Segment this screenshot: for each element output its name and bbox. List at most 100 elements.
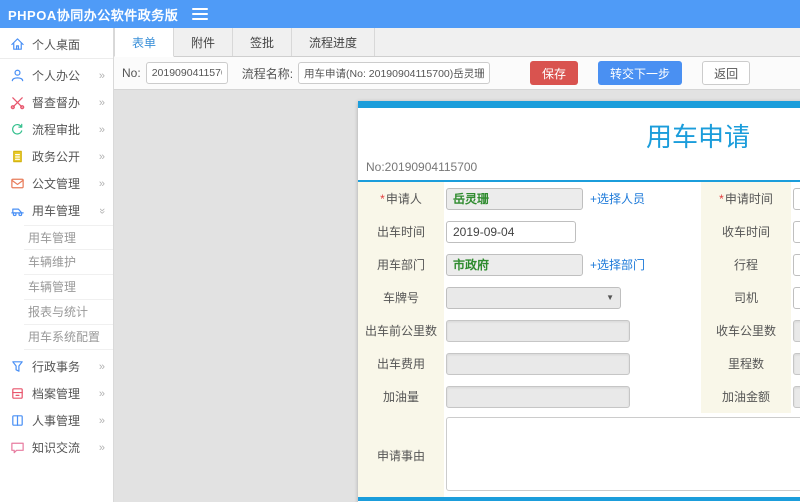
trip-cost-label: 出车费用 <box>358 347 444 380</box>
depart-time-label: 出车时间 <box>358 215 444 248</box>
applicant-input[interactable] <box>446 187 583 210</box>
chevron-down-icon: » <box>95 207 108 214</box>
submenu-item-vehicle-config[interactable]: 用车系统配置 <box>24 325 113 350</box>
reason-textarea[interactable] <box>446 417 800 491</box>
sidebar-item-label: 档案管理 <box>32 387 81 401</box>
save-button[interactable]: 保存 <box>530 61 579 85</box>
plate-no-select[interactable]: ▼ <box>446 286 621 309</box>
select-person-link[interactable]: +选择人员 <box>590 190 645 207</box>
km-before-input <box>446 319 630 342</box>
itinerary-label: 行程 <box>701 248 791 281</box>
mileage-input <box>793 352 800 375</box>
depart-time-input[interactable] <box>446 220 576 243</box>
select-department-link[interactable]: +选择部门 <box>590 256 645 273</box>
vehicle-submenu: 用车管理 车辆维护 车辆管理 报表与统计 用车系统配置 <box>0 225 113 350</box>
sidebar-item-supervision[interactable]: 督查督办 » <box>0 89 113 116</box>
submenu-item-vehicle-admin[interactable]: 车辆管理 <box>24 275 113 300</box>
sidebar-item-knowledge[interactable]: 知识交流 » <box>0 434 113 461</box>
applicant-label: * 申请人 <box>358 182 444 215</box>
sidebar-item-label: 公文管理 <box>32 177 81 191</box>
chevron-right-icon: » <box>98 360 105 373</box>
sidebar-item-desktop[interactable]: 个人桌面 <box>0 30 113 59</box>
gov-doc-icon <box>10 149 25 164</box>
km-before-label: 出车前公里数 <box>358 314 444 347</box>
content-area: 用车申请 No:20190904115700 *申请人 +选择人员 *申请时间 … <box>114 90 800 502</box>
home-icon <box>10 37 25 52</box>
department-label: 用车部门 <box>358 248 444 281</box>
sidebar-item-official-docs[interactable]: 公文管理 » <box>0 170 113 197</box>
tab-progress[interactable]: 流程进度 <box>292 28 376 56</box>
chevron-right-icon: » <box>98 441 105 454</box>
top-bar: PHPOA协同办公软件政务版 <box>0 0 800 28</box>
sidebar-item-hr[interactable]: 人事管理 » <box>0 407 113 434</box>
chevron-right-icon: » <box>98 123 105 136</box>
submenu-item-vehicle-use[interactable]: 用车管理 <box>24 225 113 250</box>
vehicle-request-form-panel: 用车申请 No:20190904115700 *申请人 +选择人员 *申请时间 … <box>358 101 800 502</box>
chevron-right-icon: » <box>98 387 105 400</box>
sidebar-item-label: 政务公开 <box>32 150 81 164</box>
flow-name-label: 流程名称: <box>241 66 294 81</box>
fuel-cost-input <box>793 385 800 408</box>
itinerary-input[interactable] <box>793 253 800 276</box>
forward-next-step-button[interactable]: 转交下一步 <box>598 61 683 85</box>
plate-no-label: 车牌号 <box>358 281 444 314</box>
sidebar-item-label: 人事管理 <box>32 414 81 428</box>
tab-attachments[interactable]: 附件 <box>174 28 234 56</box>
form-no: No:20190904115700 <box>358 157 800 182</box>
sidebar-item-workflow-approval[interactable]: 流程审批 » <box>0 116 113 143</box>
km-return-input <box>793 319 800 342</box>
chevron-right-icon: » <box>98 414 105 427</box>
form-title: 用车申请 <box>645 122 750 152</box>
mileage-label: 里程数 <box>701 347 791 380</box>
km-return-label: 收车公里数 <box>701 314 791 347</box>
fuel-amount-input <box>446 385 630 408</box>
archive-icon <box>10 386 25 401</box>
no-input[interactable] <box>145 62 228 84</box>
sidebar-item-gov-disclosure[interactable]: 政务公开 » <box>0 143 113 170</box>
panel-section-divider <box>358 497 800 501</box>
driver-input[interactable] <box>793 286 800 309</box>
chevron-right-icon: » <box>98 150 105 163</box>
trip-cost-input <box>446 352 630 375</box>
chevron-right-icon: » <box>98 177 105 190</box>
sidebar-item-personal-office[interactable]: 个人办公 » <box>0 62 113 89</box>
return-time-label: 收车时间 <box>701 215 791 248</box>
apply-time-label: * 申请时间 <box>701 182 791 215</box>
department-input[interactable] <box>446 253 583 276</box>
approval-cycle-icon <box>10 122 25 137</box>
app-title: PHPOA协同办公软件政务版 <box>8 7 179 23</box>
sidebar-item-label: 行政事务 <box>32 360 81 374</box>
submenu-item-vehicle-maintenance[interactable]: 车辆维护 <box>24 250 113 275</box>
required-mark: * <box>719 191 724 206</box>
flow-name-input[interactable] <box>298 62 491 84</box>
sidebar-item-archives[interactable]: 档案管理 » <box>0 380 113 407</box>
submenu-item-reports-stats[interactable]: 报表与统计 <box>24 300 113 325</box>
menu-icon[interactable] <box>192 5 209 23</box>
sidebar-item-vehicle-mgmt[interactable]: 用车管理 » <box>0 197 113 224</box>
tab-form[interactable]: 表单 <box>114 28 175 57</box>
dropdown-arrow-icon: ▼ <box>606 293 614 302</box>
no-label: No: <box>122 66 141 80</box>
sidebar-item-admin-affairs[interactable]: 行政事务 » <box>0 353 113 380</box>
return-time-input[interactable] <box>793 220 800 243</box>
form-grid: *申请人 +选择人员 *申请时间 出车时间 收车时间 用车部 <box>358 182 800 413</box>
sidebar-item-label: 个人办公 <box>32 69 81 83</box>
app-window: PHPOA协同办公软件政务版 个人桌面 个人办公 » 督查督办 » 流程审批 »… <box>0 0 800 502</box>
book-icon <box>10 413 25 428</box>
apply-time-input[interactable] <box>793 187 800 210</box>
back-button[interactable]: 返回 <box>702 61 751 85</box>
tab-signoff[interactable]: 签批 <box>233 28 293 56</box>
user-icon <box>10 68 25 83</box>
sidebar-item-label: 督查督办 <box>32 96 81 110</box>
car-icon <box>10 203 25 218</box>
required-mark: * <box>380 191 385 206</box>
chevron-right-icon: » <box>98 96 105 109</box>
mail-icon <box>10 176 25 191</box>
sidebar-item-label: 个人桌面 <box>32 37 81 52</box>
tab-bar: 表单 附件 签批 流程进度 <box>114 28 800 57</box>
fuel-cost-label: 加油金额 <box>701 380 791 413</box>
sidebar-item-label: 流程审批 <box>32 123 81 137</box>
reason-label: 申请事由 <box>358 413 444 497</box>
reason-row: 申请事由 <box>358 413 800 497</box>
flow-toolbar: No: 流程名称: 保存 转交下一步 返回 <box>114 57 800 90</box>
